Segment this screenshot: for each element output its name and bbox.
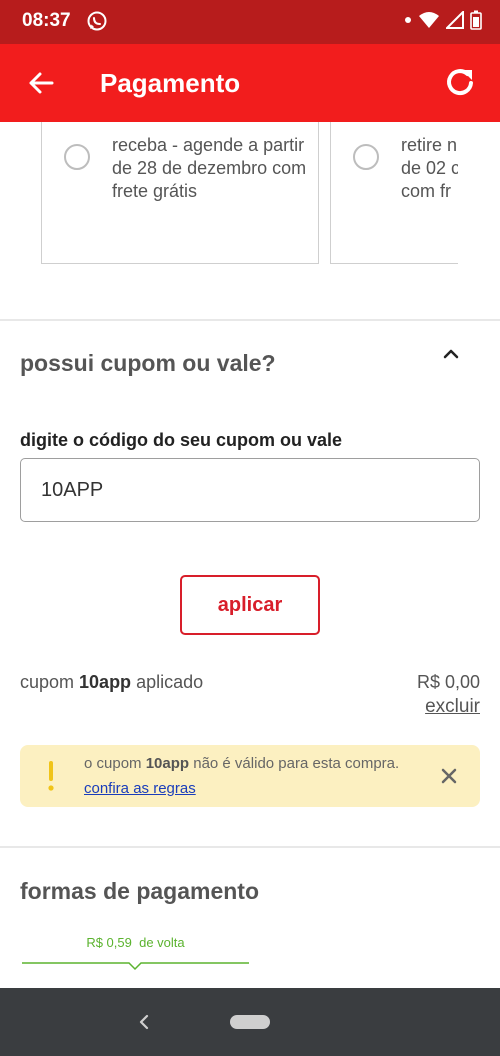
coupon-invalid-alert: o cupom 10app não é válido para esta com… <box>20 745 480 807</box>
delivery-radio-pickup[interactable] <box>353 144 379 170</box>
alert-text-middle: não é válido para esta compra. <box>189 755 400 772</box>
rules-link[interactable]: confira as regras <box>84 780 196 797</box>
close-icon[interactable] <box>438 765 460 787</box>
coupon-input[interactable] <box>20 458 480 522</box>
delivery-option-pickup[interactable]: retire n de 02 c com fr <box>330 122 458 264</box>
status-bar: 08:37 <box>0 0 500 44</box>
cashback-badge: R$ 0,59 de volta <box>22 935 249 971</box>
section-divider <box>0 319 500 321</box>
coupon-status-prefix: cupom <box>20 672 80 692</box>
arrow-left-icon[interactable] <box>26 68 56 98</box>
status-icons <box>404 10 482 30</box>
status-time: 08:37 <box>22 10 71 31</box>
coupon-status: cupom 10app aplicado <box>20 672 203 693</box>
signal-icon <box>446 11 464 29</box>
app-bar: Pagamento <box>0 44 500 122</box>
payment-section-title: formas de pagamento <box>20 878 259 904</box>
cashback-underline <box>22 962 249 971</box>
wifi-icon <box>419 12 439 28</box>
alert-text-prefix: o cupom <box>84 755 146 772</box>
refresh-icon[interactable] <box>442 64 478 100</box>
alert-coupon-code: 10app <box>145 755 190 772</box>
system-nav-bar <box>0 988 500 1056</box>
chevron-up-icon[interactable] <box>440 345 462 363</box>
delivery-option-scheduled[interactable]: receba - agende a partir de 28 de dezemb… <box>41 122 319 264</box>
section-divider <box>0 846 500 848</box>
cashback-text: R$ 0,59 de volta <box>22 935 249 950</box>
alert-message: o cupom 10app não é válido para esta com… <box>84 751 424 801</box>
dot-icon <box>405 17 411 23</box>
exclamation-icon <box>48 761 54 791</box>
coupon-status-code: 10app <box>79 672 132 692</box>
page-title: Pagamento <box>100 68 241 98</box>
whatsapp-icon <box>87 11 107 31</box>
coupon-status-suffix: aplicado <box>131 672 204 692</box>
cashback-suffix: de volta <box>139 935 185 950</box>
remove-coupon-link[interactable]: excluir <box>425 696 480 718</box>
apply-coupon-button[interactable]: aplicar <box>180 575 320 635</box>
delivery-option-text: receba - agende a partir de 28 de dezemb… <box>112 135 307 201</box>
nav-home-pill[interactable] <box>230 1015 270 1029</box>
coupon-field-label: digite o código do seu cupom ou vale <box>20 430 343 450</box>
battery-icon <box>470 10 482 30</box>
delivery-option-text: retire n de 02 c com fr <box>401 135 458 201</box>
nav-back-icon[interactable] <box>134 1012 154 1032</box>
coupon-section-title: possui cupom ou vale? <box>20 350 276 376</box>
delivery-radio-scheduled[interactable] <box>64 144 90 170</box>
coupon-discount-value: R$ 0,00 <box>416 672 480 692</box>
cashback-value: R$ 0,59 <box>86 935 132 950</box>
